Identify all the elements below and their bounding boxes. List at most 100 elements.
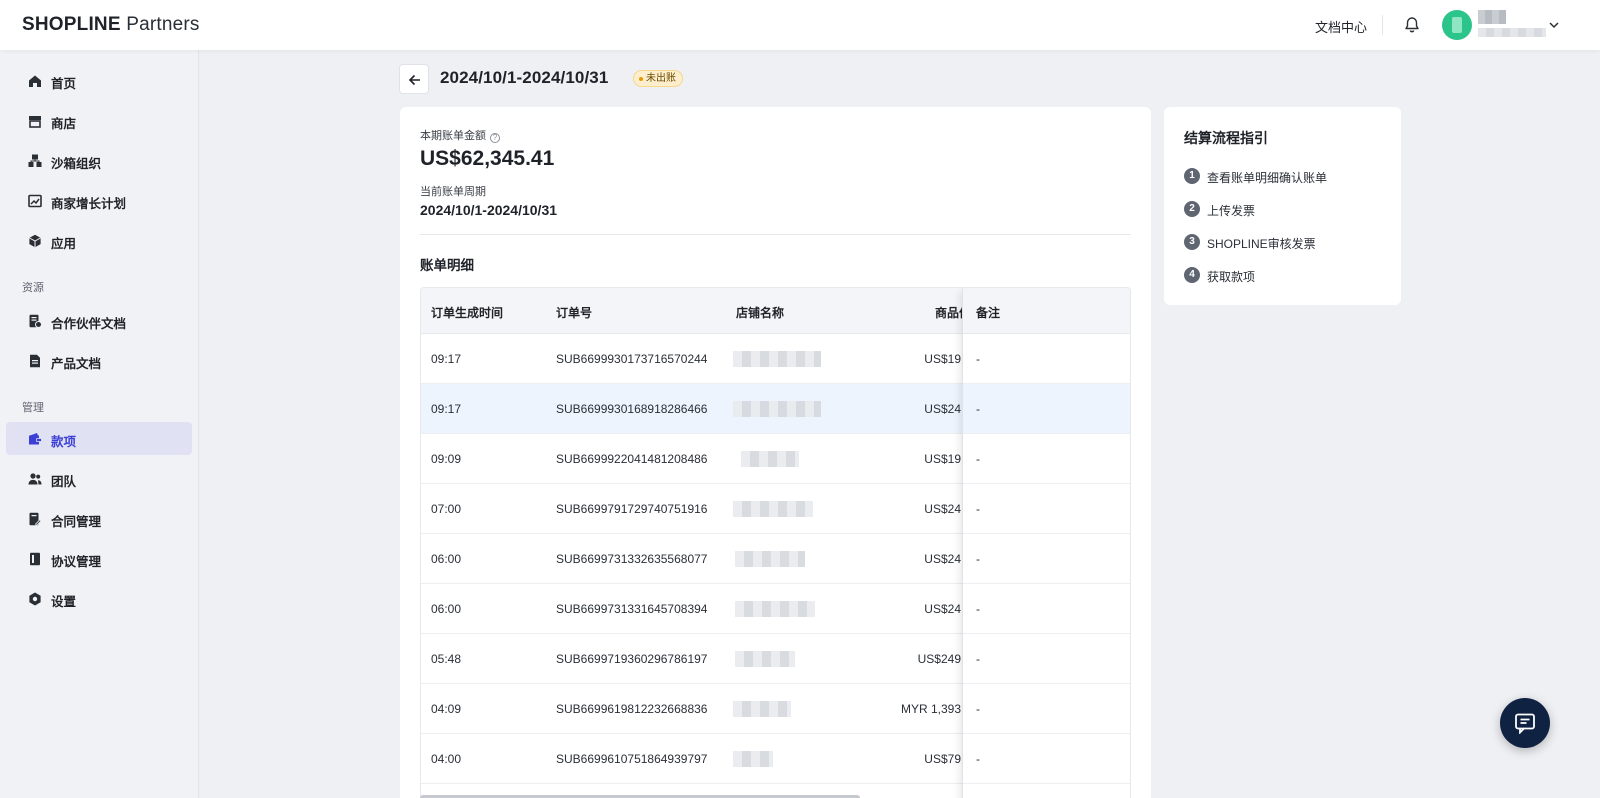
cell-time: 09:09 (431, 452, 462, 466)
table-row[interactable]: 06:00 SUB6699731331645708394 US$24 - (421, 584, 1130, 634)
sidebar: 首页 商店 沙箱组织 商家增长计划 应用 资源 合作伙伴文档 产品文档 管理 款… (0, 50, 199, 798)
table-row[interactable]: 07:00 SUB6699791729740751916 US$24 - (421, 484, 1130, 534)
bell-icon[interactable] (1402, 15, 1422, 35)
docs-center-link[interactable]: 文档中心 (1315, 17, 1367, 36)
sandbox-icon (28, 154, 42, 167)
shopline-partners-logo[interactable]: SHOPLINE Partners (22, 14, 200, 36)
settings-icon (29, 592, 41, 606)
period-label: 当前账单周期 (420, 186, 486, 198)
step-text: 查看账单明细确认账单 (1207, 171, 1328, 185)
product-doc-icon (30, 354, 40, 368)
agreement-icon (30, 552, 40, 566)
sidebar-item-agreements[interactable]: 协议管理 (6, 542, 192, 575)
section-label-manage: 管理 (22, 402, 44, 414)
step-number: 4 (1184, 267, 1200, 283)
store-icon (29, 116, 41, 128)
cell-price: US$19 (924, 452, 961, 466)
sidebar-item-label: 沙箱组织 (51, 157, 102, 171)
sidebar-item-payments[interactable]: 款项 (6, 422, 192, 455)
cell-order-id: SUB6699719360296786197 (556, 652, 708, 666)
store-name-redacted (735, 601, 815, 617)
divider (420, 234, 1131, 235)
sidebar-item-product-docs[interactable]: 产品文档 (6, 344, 192, 377)
sidebar-item-apps[interactable]: 应用 (6, 224, 192, 257)
sidebar-item-team[interactable]: 团队 (6, 462, 192, 495)
cell-time: 06:00 (431, 602, 462, 616)
table-row[interactable]: 06:00 SUB6699731332635568077 US$24 - (421, 534, 1130, 584)
cell-price: US$19 (924, 352, 961, 366)
chat-support-button[interactable] (1500, 698, 1550, 748)
growth-chart-icon (28, 194, 42, 208)
cell-order-id: SUB6699619812232668836 (556, 702, 708, 716)
cell-price: US$24 (924, 502, 961, 516)
chevron-down-icon[interactable] (1546, 17, 1562, 33)
cell-order-id: SUB6699731331645708394 (556, 602, 708, 616)
sidebar-item-label: 合作伙伴文档 (51, 317, 127, 331)
partner-doc-icon (29, 314, 42, 328)
column-header-time: 订单生成时间 (431, 306, 504, 320)
sidebar-item-growth-plan[interactable]: 商家增长计划 (6, 184, 192, 217)
help-icon[interactable]: ? (490, 133, 500, 143)
step-number: 2 (1184, 201, 1200, 217)
table-row[interactable]: 09:09 SUB6699922041481208486 US$19 - (421, 434, 1130, 484)
sidebar-item-label: 应用 (51, 237, 77, 251)
cell-note: - (976, 652, 980, 666)
table-row[interactable]: 04:09 SUB6699619812232668836 MYR 1,393 - (421, 684, 1130, 734)
store-name-redacted (733, 401, 821, 417)
sidebar-item-label: 团队 (51, 475, 77, 489)
step-text: 上传发票 (1207, 204, 1256, 218)
cell-order-id: SUB6699731332635568077 (556, 552, 708, 566)
sidebar-item-store[interactable]: 商店 (6, 104, 192, 137)
sidebar-item-label: 款项 (51, 435, 77, 449)
sidebar-item-home[interactable]: 首页 (6, 64, 192, 97)
store-name-redacted (735, 551, 805, 567)
bill-detail-title: 账单明细 (420, 258, 474, 273)
cell-time: 04:00 (431, 752, 462, 766)
store-name-redacted (733, 501, 813, 517)
wallet-icon (29, 433, 42, 445)
sidebar-item-label: 产品文档 (51, 357, 102, 371)
period-value: 2024/10/1-2024/10/31 (420, 202, 558, 218)
guide-title: 结算流程指引 (1184, 130, 1268, 146)
cell-time: 09:17 (431, 352, 462, 366)
cell-time: 06:00 (431, 552, 462, 566)
app-cube-icon (29, 234, 41, 248)
cell-price: US$24 (924, 602, 961, 616)
back-button[interactable] (399, 64, 429, 94)
cell-order-id: SUB6699930168918286466 (556, 402, 708, 416)
table-row[interactable]: 09:17 SUB6699930168918286466 US$24 - (421, 384, 1130, 434)
table-row[interactable]: 05:48 SUB6699719360296786197 US$249 - (421, 634, 1130, 684)
top-bar: SHOPLINE Partners 文档中心 (0, 0, 1600, 50)
cell-order-id: SUB6699791729740751916 (556, 502, 708, 516)
cell-note: - (976, 602, 980, 616)
bill-card: 本期账单金额? US$62,345.41 当前账单周期 2024/10/1-20… (400, 107, 1151, 798)
cell-price: MYR 1,393 (900, 702, 961, 716)
table-row[interactable]: 09:17 SUB6699930173716570244 US$19 - (421, 334, 1130, 384)
sidebar-item-label: 首页 (51, 77, 77, 91)
step-text: 获取款项 (1207, 270, 1256, 284)
table-row[interactable]: 04:00 SUB6699610751864939797 US$79 - (421, 734, 1130, 784)
store-name-redacted (735, 651, 795, 667)
sidebar-item-label: 商家增长计划 (51, 197, 127, 211)
home-icon (29, 75, 41, 87)
sidebar-item-sandbox[interactable]: 沙箱组织 (6, 144, 192, 177)
cell-note: - (976, 702, 980, 716)
arrow-left-icon (408, 74, 420, 86)
settlement-guide-card: 结算流程指引 1 查看账单明细确认账单 2 上传发票 3 SHOPLINE审核发… (1164, 107, 1401, 305)
step-number: 1 (1184, 168, 1200, 184)
column-header-price: 商品价 (935, 306, 962, 320)
cell-note: - (976, 452, 980, 466)
step-text: SHOPLINE审核发票 (1207, 237, 1316, 251)
sidebar-item-contracts[interactable]: 合同管理 (6, 502, 192, 535)
user-avatar[interactable] (1442, 10, 1472, 40)
sidebar-item-partner-docs[interactable]: 合作伙伴文档 (6, 304, 192, 337)
cell-time: 07:00 (431, 502, 462, 516)
store-name-redacted (733, 351, 821, 367)
page-title: 2024/10/1-2024/10/31 (440, 68, 609, 87)
status-badge: 未出账 (633, 70, 683, 87)
cell-price: US$79 (924, 752, 961, 766)
column-header-note: 备注 (976, 306, 1001, 320)
sidebar-item-label: 协议管理 (51, 555, 102, 569)
sidebar-item-settings[interactable]: 设置 (6, 582, 192, 615)
cell-order-id: SUB6699610751864939797 (556, 752, 708, 766)
